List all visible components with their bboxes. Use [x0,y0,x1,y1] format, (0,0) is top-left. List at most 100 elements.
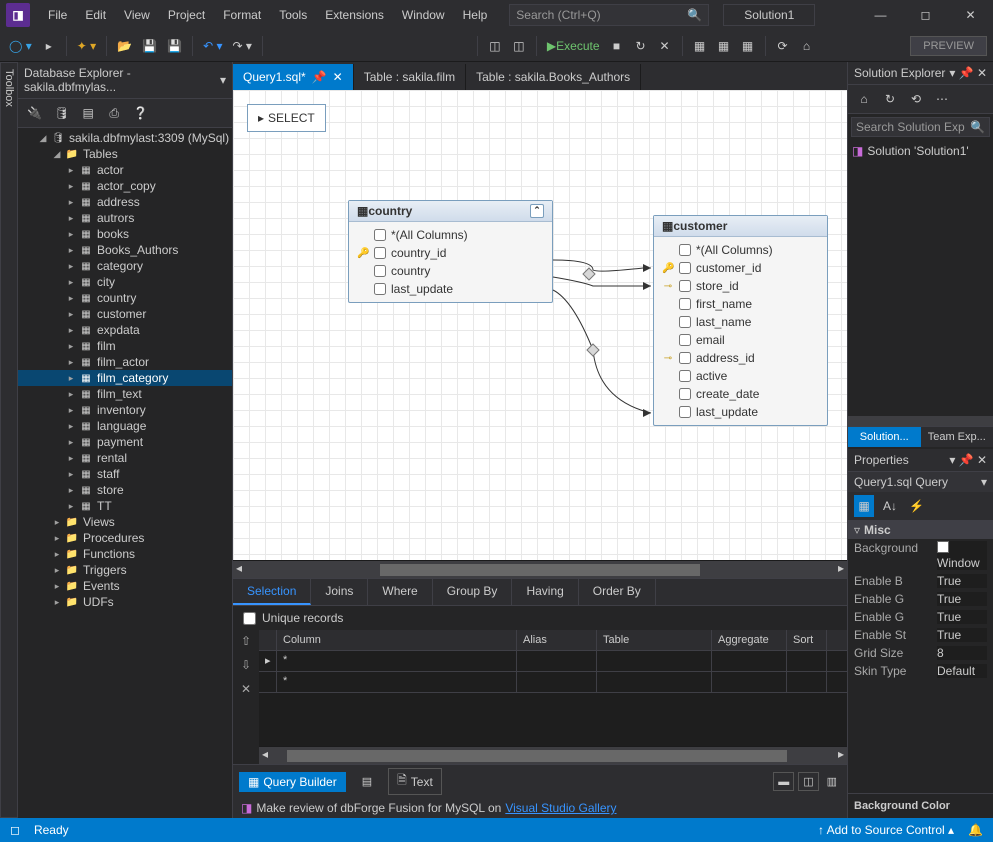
column-row[interactable]: create_date [658,385,823,403]
tree-node[interactable]: ▸📁Procedures [18,530,232,546]
tree-node[interactable]: ▸📁Triggers [18,562,232,578]
doc-tab[interactable]: Query1.sql* 📌 ✕ [233,64,354,90]
connect-icon[interactable]: 🔌 [24,102,45,124]
misc-category[interactable]: ▿ Misc [848,521,993,539]
toolbox-tab[interactable]: Toolbox [0,62,18,818]
property-row[interactable]: Grid Size8 [848,644,993,662]
tree-node[interactable]: ▸▦books [18,226,232,242]
tree-node[interactable]: ▸▦film_actor [18,354,232,370]
tree-node[interactable]: ▸▦staff [18,466,232,482]
preview-button[interactable]: PREVIEW [910,36,987,56]
tree-node[interactable]: ▸📁Functions [18,546,232,562]
tree-node[interactable]: ▸▦actor [18,162,232,178]
pin-icon[interactable]: 📌 [312,70,327,84]
menu-view[interactable]: View [116,4,158,26]
move-up-icon[interactable]: ⇧ [241,634,251,648]
property-row[interactable]: Enable GTrue [848,590,993,608]
menu-project[interactable]: Project [160,4,213,26]
grid-header[interactable]: Table [597,630,712,650]
back-icon[interactable]: ◯ ▾ [6,35,35,57]
tree-node[interactable]: ▸▦autrors [18,210,232,226]
minimize-button[interactable]: — [858,0,903,30]
menu-tools[interactable]: Tools [271,4,315,26]
menu-edit[interactable]: Edit [77,4,114,26]
more-icon[interactable]: ⋯ [932,88,952,110]
new-project-icon[interactable]: ✦ ▾ [74,35,99,57]
column-row[interactable]: ⊸address_id [658,349,823,367]
column-row[interactable]: country [353,262,548,280]
tree-node[interactable]: ▸▦film_text [18,386,232,402]
tb-icon-3[interactable]: ▦ [690,35,710,57]
tree-node[interactable]: ◢📁Tables [18,146,232,162]
undo-icon[interactable]: ↶ ▾ [200,35,225,57]
select-clause[interactable]: ▸ SELECT [247,104,326,132]
menu-window[interactable]: Window [394,4,453,26]
menu-extensions[interactable]: Extensions [317,4,392,26]
tb-icon-1[interactable]: ◫ [485,35,505,57]
property-row[interactable]: Enable BTrue [848,572,993,590]
alpha-icon[interactable]: A↓ [880,495,900,517]
subtab-selection[interactable]: Selection [233,579,311,605]
team-explorer-tab[interactable]: Team Exp... [921,427,993,447]
property-row[interactable]: BackgroundWindow [848,539,993,572]
sync-icon[interactable]: ⟲ [906,88,926,110]
column-row[interactable]: first_name [658,295,823,313]
tree-node[interactable]: ▸▦actor_copy [18,178,232,194]
pin-icon[interactable]: ▾ 📌 ✕ [949,453,987,467]
doc-tab[interactable]: Table : sakila.Books_Authors [466,64,641,90]
refresh-icon[interactable]: ↻ [880,88,900,110]
table-country-header[interactable]: ▦ country ⌃ [349,201,552,222]
query-builder-tab[interactable]: ▦Query Builder [239,772,346,792]
table-country[interactable]: ▦ country ⌃ *(All Columns)🔑country_idcou… [348,200,553,303]
pin-icon[interactable]: ▾ [220,73,226,87]
notifications-icon[interactable]: 🔔 [968,823,983,837]
column-row[interactable]: active [658,367,823,385]
tree-node[interactable]: ▸▦language [18,418,232,434]
query-designer-surface[interactable]: ▸ SELECT ▦ country ⌃ *(All Columns)🔑coun… [233,90,847,560]
doc-tab[interactable]: Table : sakila.film [354,64,466,90]
dropdown-icon[interactable]: ▾ 📌 ✕ [949,66,987,80]
tb-icon[interactable]: ▤ [354,773,380,790]
solution-root[interactable]: ◨ Solution 'Solution1' [852,142,989,160]
source-control-button[interactable]: ↑ Add to Source Control ▴ [818,823,954,837]
tb-icon-4[interactable]: ▦ [714,35,734,57]
layout-icon-2[interactable]: ◫ [798,772,818,791]
properties-subject[interactable]: Query1.sql Query▾ [848,472,993,492]
filter-icon[interactable]: ▤ [78,102,98,124]
refresh-icon[interactable]: ↻ [631,35,651,57]
grid-scrollbar[interactable]: ◂▸ [259,746,847,764]
events-icon[interactable]: ⚡ [906,495,927,517]
tb-icon-7[interactable]: ⌂ [797,35,817,57]
subtab-having[interactable]: Having [512,579,578,605]
tree-node[interactable]: ▸📁Views [18,514,232,530]
table-customer[interactable]: ▦ customer *(All Columns)🔑customer_id⊸st… [653,215,828,426]
tb-icon-5[interactable]: ▦ [738,35,758,57]
subtab-order-by[interactable]: Order By [579,579,656,605]
redo-icon[interactable]: ↷ ▾ [230,35,255,57]
solution-tab[interactable]: Solution... [848,427,921,447]
tree-node[interactable]: ▸▦film_category [18,370,232,386]
column-row[interactable]: email [658,331,823,349]
tree-node[interactable]: ▸▦country [18,290,232,306]
tree-node[interactable]: ▸▦payment [18,434,232,450]
column-row[interactable]: *(All Columns) [353,226,548,244]
subtab-where[interactable]: Where [368,579,432,605]
se-scrollbar[interactable] [848,416,993,426]
save-all-icon[interactable]: 💾 [164,35,185,57]
tree-node[interactable]: ▸▦inventory [18,402,232,418]
column-row[interactable]: ⊸store_id [658,277,823,295]
grid-header[interactable]: Aggregate [712,630,787,650]
tb-icon-6[interactable]: ⟳ [773,35,793,57]
properties-grid[interactable]: ▿ Misc BackgroundWindowEnable BTrueEnabl… [848,521,993,793]
column-row[interactable]: last_name [658,313,823,331]
new-query-icon[interactable]: ⎙ [104,102,124,124]
tree-node[interactable]: ▸▦rental [18,450,232,466]
menu-help[interactable]: Help [455,4,496,26]
property-row[interactable]: Skin TypeDefault [848,662,993,680]
subtab-group-by[interactable]: Group By [433,579,513,605]
tree-node[interactable]: ◢🛢sakila.dbfmylast:3309 (MySql) [18,130,232,146]
tree-node[interactable]: ▸▦customer [18,306,232,322]
menu-format[interactable]: Format [215,4,269,26]
tree-node[interactable]: ▸▦category [18,258,232,274]
column-row[interactable]: 🔑customer_id [658,259,823,277]
